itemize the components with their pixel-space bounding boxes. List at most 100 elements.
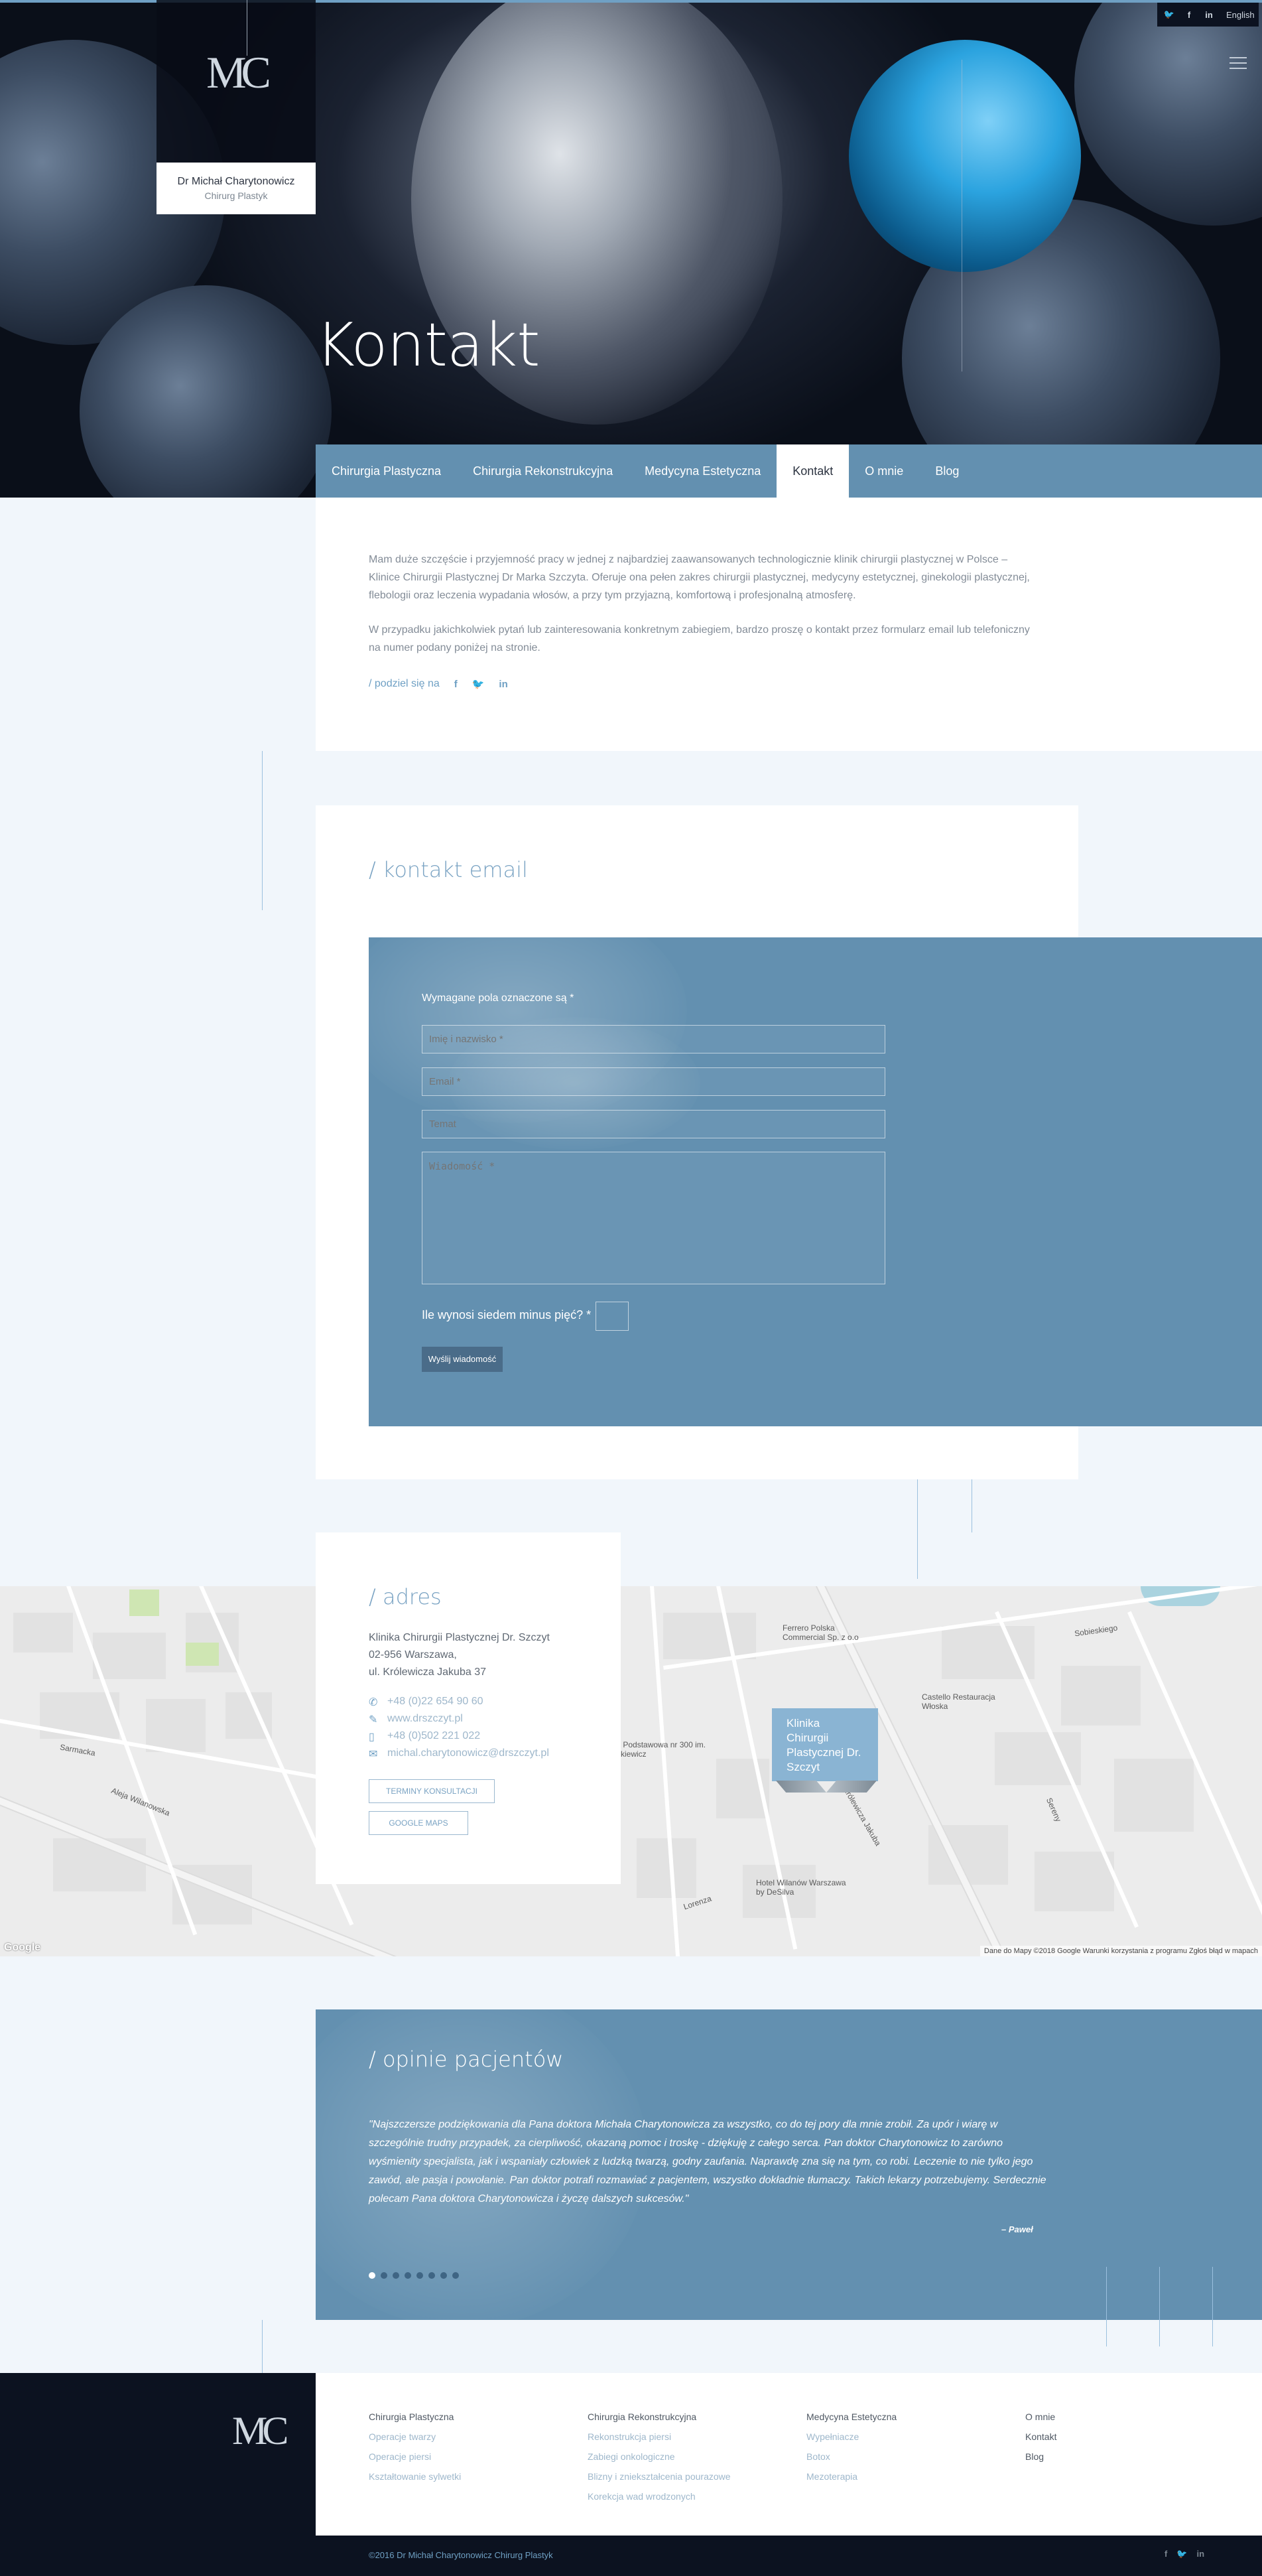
nav-item-medycyna-estetyczna[interactable]: Medycyna Estetyczna bbox=[629, 444, 777, 498]
google-logo: Google bbox=[4, 1942, 41, 1953]
map[interactable]: Aleja Wilanowska Sarmacka Ferrero Polska… bbox=[0, 1586, 1262, 1956]
slider-dot[interactable] bbox=[393, 2272, 399, 2279]
address-card: / adres Klinika Chirurgii Plastycznej Dr… bbox=[316, 1532, 621, 1884]
top-social-bar: 🐦 f in English bbox=[1157, 3, 1259, 27]
rose-decoration bbox=[1074, 0, 1262, 226]
footer-link[interactable]: Kształtowanie sylwetki bbox=[369, 2467, 461, 2486]
message-field[interactable] bbox=[422, 1152, 885, 1284]
decor-line bbox=[917, 1479, 918, 1579]
testimonial-quote: "Najszczersze podziękowania dla Pana dok… bbox=[369, 2119, 1046, 2204]
footer-column: O mnie Kontakt Blog bbox=[1025, 2407, 1056, 2467]
phone-line[interactable]: ✆ +48 (0)22 654 90 60 bbox=[369, 1696, 483, 1709]
linkedin-icon[interactable]: in bbox=[1197, 2549, 1205, 2559]
send-button[interactable]: Wyślij wiadomość bbox=[422, 1347, 503, 1372]
footer-heading[interactable]: Chirurgia Plastyczna bbox=[369, 2407, 461, 2427]
map-label: Królewicza Jakuba bbox=[841, 1785, 883, 1848]
nav-item-chirurgia-rekonstrukcyjna[interactable]: Chirurgia Rekonstrukcyjna bbox=[457, 444, 629, 498]
copyright: ©2016 Dr Michał Charytonowicz Chirurg Pl… bbox=[369, 2550, 553, 2560]
envelope-icon: ✉ bbox=[369, 1749, 378, 1760]
menu-icon[interactable] bbox=[1230, 57, 1247, 73]
footer-link[interactable]: Blog bbox=[1025, 2447, 1056, 2467]
decor-line bbox=[1212, 2267, 1213, 2346]
doctor-name-card[interactable]: Dr Michał Charytonowicz Chirurg Plastyk bbox=[157, 163, 316, 214]
twitter-icon[interactable]: 🐦 bbox=[1161, 9, 1177, 20]
facebook-icon[interactable]: f bbox=[1181, 10, 1197, 20]
footer-heading[interactable]: Chirurgia Rekonstrukcyjna bbox=[588, 2407, 731, 2427]
map-label: Sobieskiego bbox=[1074, 1623, 1119, 1639]
footer-link[interactable]: Korekcja wad wrodzonych bbox=[588, 2486, 731, 2506]
nav-item-kontakt[interactable]: Kontakt bbox=[777, 444, 850, 498]
footer-link[interactable]: Zabiegi onkologiczne bbox=[588, 2447, 731, 2467]
doctor-role: Chirurg Plastyk bbox=[204, 190, 268, 201]
map-label: Hotel Wilanów Warszawa by DeSilva bbox=[756, 1878, 846, 1897]
website-line[interactable]: ✎ www.drszczyt.pl bbox=[369, 1713, 463, 1726]
required-note: Wymagane pola oznaczone są * bbox=[422, 992, 574, 1004]
slider-dot[interactable] bbox=[416, 2272, 423, 2279]
footer-logo-panel bbox=[0, 2373, 316, 2576]
twitter-icon[interactable]: 🐦 bbox=[1176, 2549, 1187, 2559]
footer-link[interactable]: Kontakt bbox=[1025, 2427, 1056, 2447]
footer-link[interactable]: Operacje piersi bbox=[369, 2447, 461, 2467]
street-address: ul. Królewicza Jakuba 37 bbox=[369, 1666, 486, 1678]
name-field[interactable] bbox=[422, 1025, 885, 1053]
slider-dot[interactable] bbox=[405, 2272, 411, 2279]
linkedin-icon[interactable]: in bbox=[499, 679, 507, 690]
footer-heading[interactable]: O mnie bbox=[1025, 2407, 1056, 2427]
captcha-input[interactable] bbox=[596, 1302, 629, 1331]
decor-line bbox=[1159, 2267, 1160, 2346]
slider-dots bbox=[369, 2272, 459, 2279]
site-logo[interactable]: MC bbox=[157, 46, 316, 99]
linkedin-icon[interactable]: in bbox=[1201, 10, 1217, 20]
footer-logo[interactable]: MC bbox=[232, 2408, 288, 2454]
clinic-name: Klinika Chirurgii Plastycznej Dr. Szczyt bbox=[369, 1632, 550, 1643]
email-line[interactable]: ✉ michal.charytonowicz@drszczyt.pl bbox=[369, 1747, 549, 1761]
footer-social: f 🐦 in bbox=[1165, 2549, 1204, 2559]
nav-item-chirurgia-plastyczna[interactable]: Chirurgia Plastyczna bbox=[316, 444, 457, 498]
address-title: / adres bbox=[369, 1584, 442, 1609]
phone-icon: ✆ bbox=[369, 1697, 378, 1708]
facebook-icon[interactable]: f bbox=[1165, 2549, 1167, 2559]
postal-code: 02-956 Warszawa, bbox=[369, 1649, 457, 1661]
map-label: Sereny bbox=[1044, 1796, 1064, 1824]
doctor-name: Dr Michał Charytonowicz bbox=[177, 176, 295, 187]
footer-link[interactable]: Operacje twarzy bbox=[369, 2427, 461, 2447]
website-link: www.drszczyt.pl bbox=[387, 1713, 463, 1724]
footer-link[interactable]: Rekonstrukcja piersi bbox=[588, 2427, 731, 2447]
facebook-icon[interactable]: f bbox=[454, 679, 458, 690]
footer-link[interactable]: Wypełniacze bbox=[806, 2427, 897, 2447]
footer-column: Chirurgia Rekonstrukcyjna Rekonstrukcja … bbox=[588, 2407, 731, 2506]
nav-item-o-mnie[interactable]: O mnie bbox=[849, 444, 919, 498]
map-label: Sarmacka bbox=[59, 1742, 96, 1758]
subject-field[interactable] bbox=[422, 1110, 885, 1138]
nav-item-blog[interactable]: Blog bbox=[919, 444, 975, 498]
twitter-icon[interactable]: 🐦 bbox=[472, 678, 485, 690]
footer-link[interactable]: Mezoterapia bbox=[806, 2467, 897, 2486]
testimonials-section: / opinie pacjentów "Najszczersze podzięk… bbox=[316, 2009, 1262, 2320]
intro-paragraph: Mam duże szczęście i przyjemność pracy w… bbox=[369, 554, 1030, 601]
footer-heading[interactable]: Medycyna Estetyczna bbox=[806, 2407, 897, 2427]
slider-dot[interactable] bbox=[381, 2272, 387, 2279]
email-address: michal.charytonowicz@drszczyt.pl bbox=[387, 1747, 549, 1759]
footer-link[interactable]: Blizny i zniekształcenia pourazowe bbox=[588, 2467, 731, 2486]
language-switch[interactable]: English bbox=[1221, 10, 1255, 20]
blue-circle-decoration bbox=[849, 40, 1081, 272]
testimonial-author: – Paweł bbox=[1001, 2224, 1033, 2234]
slider-dot[interactable] bbox=[428, 2272, 435, 2279]
decor-line bbox=[262, 2320, 263, 2373]
phone-number: +48 (0)22 654 90 60 bbox=[387, 1696, 483, 1707]
slider-dot[interactable] bbox=[440, 2272, 447, 2279]
footer-column: Medycyna Estetyczna Wypełniacze Botox Me… bbox=[806, 2407, 897, 2486]
mobile-line[interactable]: ▯ +48 (0)502 221 022 bbox=[369, 1730, 480, 1743]
footer-link[interactable]: Botox bbox=[806, 2447, 897, 2467]
footer-column: Chirurgia Plastyczna Operacje twarzy Ope… bbox=[369, 2407, 461, 2486]
email-field[interactable] bbox=[422, 1067, 885, 1096]
consult-button[interactable]: TERMINY KONSULTACJI bbox=[369, 1779, 495, 1803]
decor-line bbox=[262, 751, 263, 910]
slider-dot[interactable] bbox=[369, 2272, 375, 2279]
slider-dot[interactable] bbox=[452, 2272, 459, 2279]
google-maps-button[interactable]: GOOGLE MAPS bbox=[369, 1811, 468, 1835]
testimonials-title: / opinie pacjentów bbox=[369, 2047, 564, 2072]
decor-line bbox=[1106, 2267, 1107, 2346]
clinic-marker[interactable]: Klinika Chirurgii Plastycznej Dr. Szczyt bbox=[772, 1708, 878, 1781]
map-attribution[interactable]: Dane do Mapy ©2018 Google Warunki korzys… bbox=[979, 1946, 1262, 1956]
